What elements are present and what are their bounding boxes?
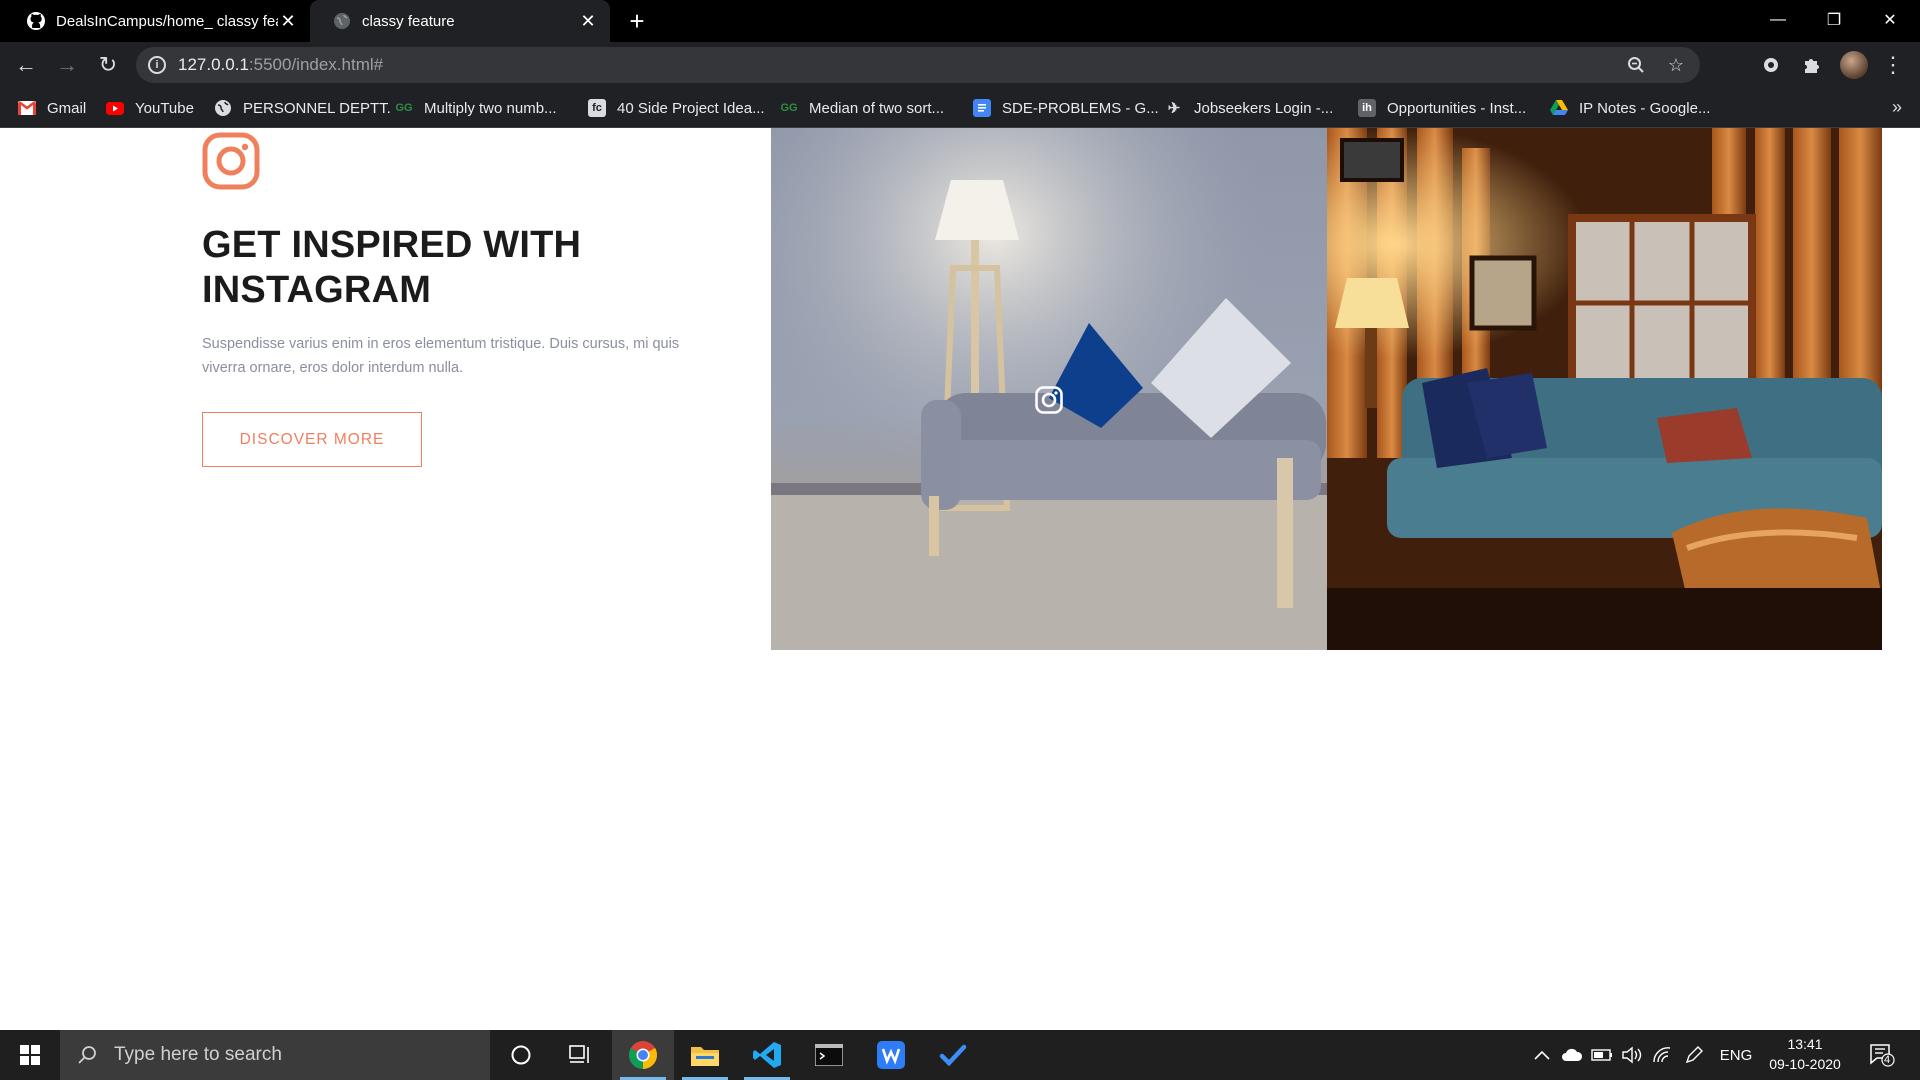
bookmark-jobseekers[interactable]: ✈ Jobseekers Login -... — [1165, 88, 1334, 128]
freecodecamp-icon: fc — [588, 99, 606, 117]
bookmark-label: Multiply two numb... — [424, 99, 557, 117]
language-indicator[interactable]: ENG — [1714, 1030, 1758, 1080]
system-clock[interactable]: 13:41 09-10-2020 — [1762, 1034, 1848, 1074]
windows-taskbar: Type here to search ENG 13:41 09-10-2020… — [0, 1030, 1920, 1080]
section-description: Suspendisse varius enim in eros elementu… — [202, 336, 680, 376]
browser-toolbar: ← → ↻ i 127.0.0.1:5500/index.html# ☆ ⋮ — [0, 42, 1920, 88]
bookmark-label: 40 Side Project Idea... — [617, 99, 765, 117]
bookmark-side-projects[interactable]: fc 40 Side Project Idea... — [588, 88, 765, 128]
gallery-image-grey-sofa[interactable] — [771, 128, 1327, 650]
bookmark-label: SDE-PROBLEMS - G... — [1002, 99, 1159, 117]
bookmark-sde-problems[interactable]: SDE-PROBLEMS - G... — [973, 88, 1159, 128]
bookmark-ip-notes[interactable]: IP Notes - Google... — [1550, 88, 1710, 128]
gfg-icon: GG — [395, 102, 413, 114]
bookmarks-bar: Gmail YouTube PERSONNEL DEPTT. GG Multip… — [0, 88, 1920, 128]
extension-github-icon[interactable] — [1758, 52, 1784, 78]
chrome-taskbar-icon[interactable] — [612, 1030, 674, 1080]
section-heading: GET INSPIRED WITH INSTAGRAM — [202, 223, 762, 313]
url-host: 127.0.0.1 — [178, 55, 249, 74]
wifi-icon[interactable] — [1648, 1030, 1676, 1080]
profile-avatar[interactable] — [1840, 51, 1868, 79]
tab-classy-feature[interactable]: classy feature ✕ — [310, 0, 610, 42]
battery-icon[interactable] — [1588, 1030, 1616, 1080]
gmail-icon — [18, 99, 36, 117]
internshala-icon: ih — [1358, 99, 1376, 117]
notification-count-badge: 4 — [1884, 1054, 1891, 1066]
discover-more-button[interactable]: DISCOVER MORE — [202, 412, 422, 467]
google-docs-icon — [973, 99, 991, 117]
bookmark-label: Gmail — [47, 99, 87, 117]
bookmark-label: Median of two sort... — [809, 99, 945, 117]
reload-button[interactable]: ↻ — [92, 49, 124, 81]
url-path: :5500/index.html# — [248, 55, 384, 74]
extensions-puzzle-icon[interactable] — [1799, 52, 1825, 78]
close-tab-icon[interactable]: ✕ — [278, 11, 298, 31]
github-icon — [26, 11, 46, 31]
instagram-logo-icon — [202, 132, 260, 190]
search-placeholder: Type here to search — [114, 1044, 282, 1065]
site-info-icon[interactable]: i — [148, 56, 166, 74]
back-button[interactable]: ← — [10, 49, 42, 81]
tab-dealsincampus[interactable]: DealsInCampus/home_ classy fea ✕ — [4, 0, 310, 42]
youtube-icon — [106, 99, 124, 117]
restore-button[interactable]: ❐ — [1806, 0, 1862, 40]
tab-title: DealsInCampus/home_ classy fea — [56, 12, 278, 30]
todo-check-icon[interactable] — [922, 1030, 984, 1080]
bookmark-label: IP Notes - Google... — [1579, 99, 1711, 117]
onedrive-cloud-icon[interactable] — [1558, 1030, 1586, 1080]
globe-icon — [332, 11, 352, 31]
close-window-button[interactable]: ✕ — [1862, 0, 1918, 40]
taskbar-search-box[interactable]: Type here to search — [60, 1030, 490, 1080]
tab-title: classy feature — [362, 12, 455, 30]
address-bar[interactable]: i 127.0.0.1:5500/index.html# ☆ — [136, 47, 1700, 83]
browser-tab-bar: DealsInCampus/home_ classy fea ✕ classy … — [0, 0, 1920, 42]
clock-time: 13:41 — [1787, 1036, 1823, 1052]
heading-line-1: GET INSPIRED WITH — [202, 224, 582, 266]
new-tab-button[interactable]: + — [622, 6, 652, 36]
pen-workspace-icon[interactable] — [1680, 1030, 1708, 1080]
cortana-icon[interactable] — [490, 1030, 552, 1080]
windows-logo-icon — [20, 1045, 40, 1065]
action-center-icon[interactable]: 4 — [1862, 1030, 1902, 1080]
bookmark-label: YouTube — [135, 99, 194, 117]
bookmark-youtube[interactable]: YouTube — [106, 88, 194, 128]
menu-kebab-icon[interactable]: ⋮ — [1880, 52, 1906, 78]
more-bookmarks-icon[interactable]: » — [1892, 97, 1902, 118]
close-tab-icon[interactable]: ✕ — [578, 11, 598, 31]
clock-date: 09-10-2020 — [1769, 1056, 1841, 1072]
globe-icon — [214, 99, 232, 117]
bookmark-label: Jobseekers Login -... — [1194, 99, 1334, 117]
bookmark-gmail[interactable]: Gmail — [18, 88, 86, 128]
url-text: 127.0.0.1:5500/index.html# — [178, 55, 383, 75]
google-drive-icon — [1550, 99, 1568, 117]
search-icon — [74, 1042, 100, 1068]
runner-icon: ✈ — [1167, 100, 1181, 117]
zoom-icon[interactable] — [1624, 53, 1648, 77]
heading-line-2: INSTAGRAM — [202, 269, 432, 311]
bookmark-multiply[interactable]: GG Multiply two numb... — [395, 88, 557, 128]
forward-button[interactable]: → — [51, 49, 83, 81]
bookmark-opportunities[interactable]: ih Opportunities - Inst... — [1358, 88, 1526, 128]
terminal-icon[interactable] — [798, 1030, 860, 1080]
bookmark-personnel[interactable]: PERSONNEL DEPTT. — [214, 88, 391, 128]
page-content: GET INSPIRED WITH INSTAGRAM Suspendisse … — [0, 128, 1920, 1030]
show-hidden-icons-chevron-icon[interactable] — [1530, 1030, 1554, 1080]
windows-start-button[interactable] — [0, 1030, 60, 1080]
bookmark-median[interactable]: GG Median of two sort... — [780, 88, 944, 128]
file-explorer-icon[interactable] — [674, 1030, 736, 1080]
gfg-icon: GG — [780, 102, 798, 114]
bookmark-star-icon[interactable]: ☆ — [1664, 53, 1688, 77]
task-view-icon[interactable] — [550, 1030, 612, 1080]
minimize-button[interactable]: — — [1750, 0, 1806, 40]
volume-icon[interactable] — [1618, 1030, 1646, 1080]
vscode-icon[interactable] — [736, 1030, 798, 1080]
bookmark-label: PERSONNEL DEPTT. — [243, 99, 391, 117]
gallery-image-cabin-sofa[interactable] — [1327, 128, 1882, 650]
wps-writer-icon[interactable] — [860, 1030, 922, 1080]
bookmark-label: Opportunities - Inst... — [1387, 99, 1527, 117]
